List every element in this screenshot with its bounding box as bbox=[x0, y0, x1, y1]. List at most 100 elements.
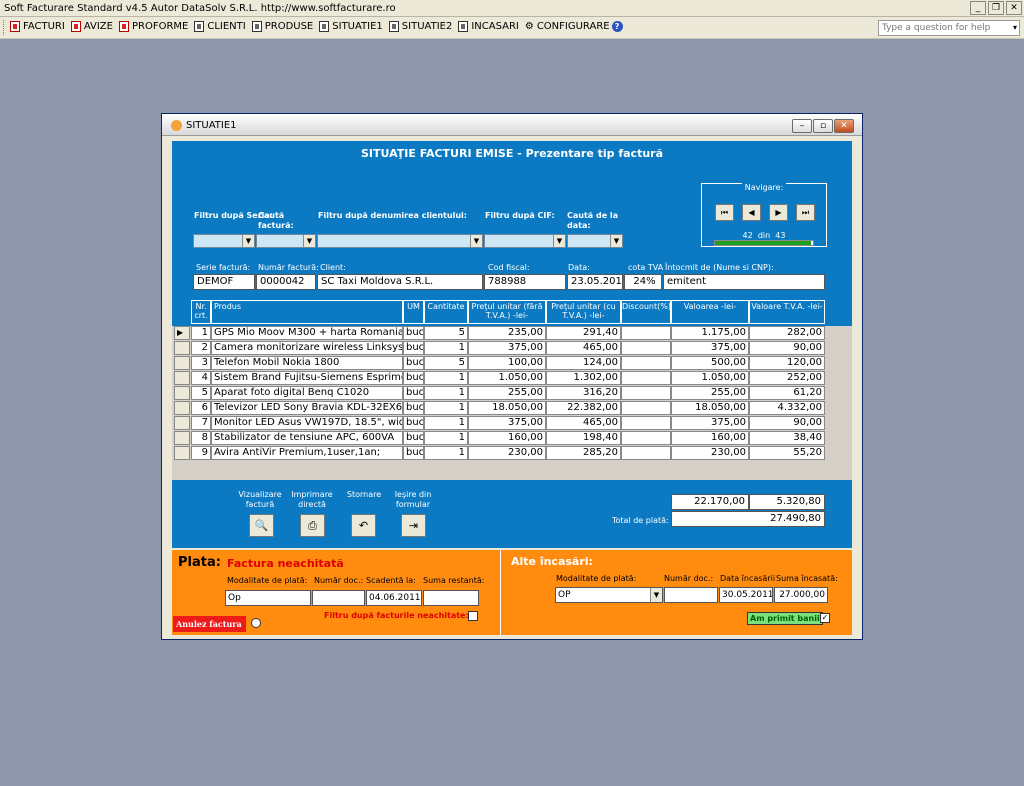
chevron-down-icon[interactable]: ▾ bbox=[1013, 21, 1017, 35]
client-field[interactable]: SC Taxi Moldova S.R.L. bbox=[317, 274, 483, 290]
cell-pret_fara[interactable]: 375,00 bbox=[468, 341, 546, 355]
cell-pret_cu[interactable]: 124,00 bbox=[546, 356, 621, 370]
cell-pret_fara[interactable]: 235,00 bbox=[468, 326, 546, 340]
window-minimize-icon[interactable]: – bbox=[792, 119, 812, 133]
cell-um[interactable]: buc bbox=[403, 401, 424, 415]
cell-pret_cu[interactable]: 1.302,00 bbox=[546, 371, 621, 385]
filter-unpaid-checkbox[interactable] bbox=[468, 611, 478, 621]
chevron-down-icon[interactable]: ▼ bbox=[650, 588, 662, 602]
restore-icon[interactable]: ❐ bbox=[988, 1, 1004, 15]
cell-tva[interactable]: 90,00 bbox=[749, 341, 825, 355]
am-primit-checkbox[interactable]: ✓ bbox=[820, 613, 830, 623]
cell-valoare[interactable]: 230,00 bbox=[671, 446, 749, 460]
chevron-down-icon[interactable]: ▼ bbox=[610, 235, 622, 247]
cell-nr[interactable]: 8 bbox=[191, 431, 211, 445]
cell-tva[interactable]: 38,40 bbox=[749, 431, 825, 445]
anulez-factura-button[interactable]: Anulez factura bbox=[173, 616, 246, 632]
cell-discount[interactable] bbox=[621, 416, 671, 430]
cell-um[interactable]: buc bbox=[403, 431, 424, 445]
numar-field[interactable]: 0000042 bbox=[256, 274, 316, 290]
cell-um[interactable]: buc bbox=[403, 356, 424, 370]
cell-pret_fara[interactable]: 100,00 bbox=[468, 356, 546, 370]
chevron-down-icon[interactable]: ▼ bbox=[303, 235, 315, 247]
serie-field[interactable]: DEMOF bbox=[193, 274, 255, 290]
cell-tva[interactable]: 252,00 bbox=[749, 371, 825, 385]
cell-pret_fara[interactable]: 18.050,00 bbox=[468, 401, 546, 415]
cell-tva[interactable]: 4.332,00 bbox=[749, 401, 825, 415]
menu-produse[interactable]: PRODUSE bbox=[251, 21, 313, 32]
plata-suma-field[interactable] bbox=[423, 590, 479, 606]
menu-clienti[interactable]: CLIENTI bbox=[194, 21, 246, 32]
cell-nr[interactable]: 1 bbox=[191, 326, 211, 340]
menu-facturi[interactable]: FACTURI bbox=[10, 21, 65, 32]
cell-discount[interactable] bbox=[621, 356, 671, 370]
plata-scadenta-field[interactable]: 04.06.2011 bbox=[366, 590, 422, 606]
cell-cant[interactable]: 1 bbox=[424, 386, 468, 400]
cell-produs[interactable]: GPS Mio Moov M300 + harta Romania bbox=[211, 326, 403, 340]
cell-cant[interactable]: 5 bbox=[424, 326, 468, 340]
help-search-input[interactable]: Type a question for help ▾ bbox=[878, 20, 1020, 36]
cota-tva-field[interactable]: 24% bbox=[624, 274, 662, 290]
intocmit-field[interactable]: emitent bbox=[663, 274, 825, 290]
cell-tva[interactable]: 55,20 bbox=[749, 446, 825, 460]
cell-pret_fara[interactable]: 230,00 bbox=[468, 446, 546, 460]
cell-cant[interactable]: 5 bbox=[424, 356, 468, 370]
close-icon[interactable]: ✕ bbox=[1006, 1, 1022, 15]
cell-produs[interactable]: Stabilizator de tensiune APC, 600VA bbox=[211, 431, 403, 445]
cell-produs[interactable]: Monitor LED Asus VW197D, 18.5", wide, n bbox=[211, 416, 403, 430]
cell-nr[interactable]: 5 bbox=[191, 386, 211, 400]
menu-proforme[interactable]: PROFORME bbox=[118, 21, 188, 32]
row-selector[interactable]: ▶ bbox=[174, 326, 190, 340]
cell-pret_cu[interactable]: 22.382,00 bbox=[546, 401, 621, 415]
cell-pret_cu[interactable]: 316,20 bbox=[546, 386, 621, 400]
cell-valoare[interactable]: 1.050,00 bbox=[671, 371, 749, 385]
cell-cant[interactable]: 1 bbox=[424, 371, 468, 385]
cell-tva[interactable]: 120,00 bbox=[749, 356, 825, 370]
window-close-icon[interactable]: ✕ bbox=[834, 119, 854, 133]
inc-data-field[interactable]: 30.05.2011 bbox=[719, 587, 773, 603]
cell-pret_cu[interactable]: 291,40 bbox=[546, 326, 621, 340]
cell-um[interactable]: buc bbox=[403, 446, 424, 460]
cell-pret_fara[interactable]: 255,00 bbox=[468, 386, 546, 400]
cell-valoare[interactable]: 1.175,00 bbox=[671, 326, 749, 340]
cell-discount[interactable] bbox=[621, 341, 671, 355]
cod-fiscal-field[interactable]: 788988 bbox=[484, 274, 566, 290]
menu-situatie2[interactable]: SITUATIE2 bbox=[388, 21, 452, 32]
row-selector[interactable] bbox=[174, 446, 190, 460]
filter-seria-select[interactable]: ▼ bbox=[193, 234, 255, 248]
row-selector[interactable] bbox=[174, 356, 190, 370]
cell-um[interactable]: buc bbox=[403, 326, 424, 340]
cell-cant[interactable]: 1 bbox=[424, 416, 468, 430]
storno-button[interactable]: ↶ bbox=[351, 514, 376, 537]
cell-discount[interactable] bbox=[621, 326, 671, 340]
cell-nr[interactable]: 3 bbox=[191, 356, 211, 370]
cell-pret_cu[interactable]: 198,40 bbox=[546, 431, 621, 445]
row-selector[interactable] bbox=[174, 341, 190, 355]
cell-tva[interactable]: 61,20 bbox=[749, 386, 825, 400]
cell-discount[interactable] bbox=[621, 446, 671, 460]
anulez-radio[interactable] bbox=[251, 618, 261, 628]
cell-tva[interactable]: 282,00 bbox=[749, 326, 825, 340]
menu-avize[interactable]: AVIZE bbox=[70, 21, 113, 32]
cell-discount[interactable] bbox=[621, 431, 671, 445]
menu-configurare[interactable]: ⚙ CONFIGURARE? bbox=[525, 21, 623, 32]
print-button[interactable]: ⎙ bbox=[300, 514, 325, 537]
cell-tva[interactable]: 90,00 bbox=[749, 416, 825, 430]
help-icon[interactable]: ? bbox=[611, 21, 623, 32]
cell-um[interactable]: buc bbox=[403, 341, 424, 355]
row-selector[interactable] bbox=[174, 386, 190, 400]
window-restore-icon[interactable]: ▫ bbox=[813, 119, 833, 133]
plata-numar-doc-field[interactable] bbox=[312, 590, 365, 606]
cell-nr[interactable]: 7 bbox=[191, 416, 211, 430]
cell-pret_fara[interactable]: 375,00 bbox=[468, 416, 546, 430]
cell-pret_cu[interactable]: 465,00 bbox=[546, 341, 621, 355]
cell-valoare[interactable]: 500,00 bbox=[671, 356, 749, 370]
cell-pret_fara[interactable]: 1.050,00 bbox=[468, 371, 546, 385]
cell-discount[interactable] bbox=[621, 371, 671, 385]
row-selector[interactable] bbox=[174, 371, 190, 385]
cell-valoare[interactable]: 255,00 bbox=[671, 386, 749, 400]
row-selector[interactable] bbox=[174, 416, 190, 430]
chevron-down-icon[interactable]: ▼ bbox=[470, 235, 482, 247]
cell-produs[interactable]: Sistem Brand Fujitsu-Siemens Esprimo P25… bbox=[211, 371, 403, 385]
cell-cant[interactable]: 1 bbox=[424, 431, 468, 445]
